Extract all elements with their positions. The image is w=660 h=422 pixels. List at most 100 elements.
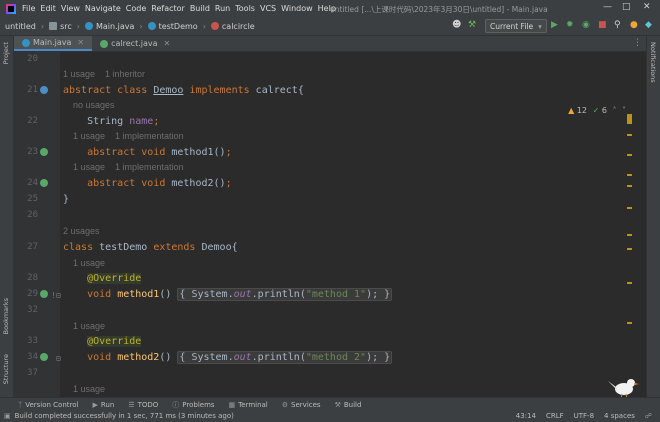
java-class-icon <box>22 38 30 47</box>
breadcrumb-project[interactable]: untitled › <box>5 22 44 31</box>
menu-build[interactable]: Build <box>190 4 210 13</box>
overrides-gutter-icon[interactable] <box>40 353 48 361</box>
tool-label: Version Control <box>25 400 79 409</box>
overrides-gutter-icon[interactable] <box>40 290 48 298</box>
maximize-icon[interactable]: □ <box>622 2 631 12</box>
implemented-gutter-icon[interactable] <box>40 148 48 156</box>
code-text: } <box>63 194 70 205</box>
tool-build[interactable]: ⚒ Build <box>335 401 362 409</box>
code-line: 25 } <box>14 192 646 207</box>
error-stripe-mark[interactable] <box>627 207 632 209</box>
tool-services[interactable]: ⚙ Services <box>282 401 321 409</box>
code-line: 37 <box>14 366 646 381</box>
code-text: abstract void method2(); <box>63 178 232 189</box>
indent-setting[interactable]: 4 spaces <box>604 412 635 420</box>
minimize-icon[interactable]: — <box>603 2 612 12</box>
intellij-logo-icon <box>6 3 16 14</box>
editor-tabs: Main.java ✕ calrect.java ✕ ⋮ <box>14 36 646 52</box>
right-tool-strip: Notifications <box>646 36 660 397</box>
tab-calrect-java[interactable]: calrect.java ✕ <box>92 36 178 51</box>
menu-file[interactable]: File <box>22 4 35 13</box>
menu-code[interactable]: Code <box>126 4 146 13</box>
search-icon[interactable]: ⚲ <box>614 20 621 30</box>
coverage-icon[interactable]: ◉ <box>582 20 590 30</box>
fold-icon[interactable]: ⊟ <box>56 351 61 366</box>
tool-terminal[interactable]: ▦ Terminal <box>229 401 268 409</box>
error-stripe-mark[interactable] <box>627 248 632 250</box>
interface-icon <box>100 39 109 48</box>
run-icon[interactable]: ▶ <box>551 20 558 30</box>
code-editor[interactable]: ▲ 12 ✓ 6 ˄ ˅ 20 1 usage 1 inheritor 21 a… <box>14 52 646 397</box>
usage-hint[interactable]: 1 usage 1 implementation <box>63 160 184 175</box>
close-icon[interactable]: ✕ <box>643 2 651 12</box>
run-configuration-select[interactable]: Current File ▾ <box>485 19 547 33</box>
stop-icon[interactable]: ■ <box>598 20 607 30</box>
code-line: 20 <box>14 52 646 67</box>
error-stripe-mark[interactable] <box>627 322 632 324</box>
breadcrumb-file[interactable]: Main.java › <box>84 22 143 31</box>
code-line: 29 ! ⊟ void method1() { System.out.print… <box>14 287 646 302</box>
updates-icon[interactable]: ● <box>630 20 638 30</box>
tool-todo[interactable]: ☰ TODO <box>128 401 158 409</box>
more-options-icon[interactable]: ⋮ <box>633 38 642 48</box>
tool-run[interactable]: ▶ Run <box>92 401 114 409</box>
menu-vcs[interactable]: VCS <box>260 4 276 13</box>
error-stripe-mark[interactable] <box>627 114 632 124</box>
caret-position[interactable]: 43:14 <box>516 412 536 420</box>
menu-run[interactable]: Run <box>215 4 230 13</box>
notifications-tool-button[interactable]: Notifications <box>649 42 657 83</box>
error-stripe-mark[interactable] <box>627 154 632 156</box>
close-tab-icon[interactable]: ✕ <box>164 39 171 48</box>
tool-version-control[interactable]: ᛉ Version Control <box>18 401 78 409</box>
tab-main-java[interactable]: Main.java ✕ <box>14 36 93 51</box>
error-stripe-mark[interactable] <box>627 234 632 236</box>
implemented-gutter-icon[interactable] <box>40 179 48 187</box>
error-stripe-mark[interactable] <box>627 134 632 136</box>
error-stripe-mark[interactable] <box>627 282 632 284</box>
error-stripe-mark[interactable] <box>627 174 632 176</box>
breadcrumb-method[interactable]: calcircle <box>210 21 255 31</box>
line-separator[interactable]: CRLF <box>546 412 564 420</box>
tool-problems[interactable]: ⓘ Problems <box>172 400 214 410</box>
breadcrumb-label: testDemo <box>158 21 198 31</box>
usage-hint[interactable]: 1 usage <box>63 256 105 271</box>
menu-refactor[interactable]: Refactor <box>151 4 185 13</box>
code-line: 26 <box>14 208 646 223</box>
usage-hint[interactable]: 1 usage <box>63 382 105 397</box>
code-text: abstract void method1(); <box>63 147 232 158</box>
status-square-icon[interactable]: ▣ <box>4 412 11 420</box>
fold-icon[interactable]: ⊟ <box>56 288 61 303</box>
project-tool-button[interactable]: Project <box>2 42 10 64</box>
menu-navigate[interactable]: Navigate <box>85 4 121 13</box>
structure-tool-button[interactable]: Structure <box>2 354 10 384</box>
debug-icon[interactable]: ✹ <box>566 20 574 30</box>
menu-view[interactable]: View <box>61 4 80 13</box>
breadcrumb-label: untitled <box>5 21 36 31</box>
usage-hint[interactable]: 2 usages <box>63 224 100 239</box>
code-text: class testDemo extends Demoo{ <box>63 242 238 253</box>
breadcrumb-class[interactable]: testDemo › <box>147 21 206 31</box>
menu-window[interactable]: Window <box>281 4 313 13</box>
usage-hint[interactable]: 1 usage 1 implementation <box>63 129 184 144</box>
file-encoding[interactable]: UTF-8 <box>574 412 594 420</box>
status-message[interactable]: Build completed successfully in 1 sec, 7… <box>15 412 234 420</box>
hammer-icon[interactable]: ⚒ <box>468 20 476 30</box>
breadcrumb-src[interactable]: src › <box>49 22 80 31</box>
usage-hint[interactable]: 1 usage <box>63 319 105 334</box>
implementation-gutter-icon[interactable] <box>40 86 48 94</box>
jetbrains-ai-icon[interactable]: ◆ <box>645 20 652 30</box>
menu-bar: File Edit View Navigate Code Refactor Bu… <box>0 0 660 17</box>
bookmarks-tool-button[interactable]: Bookmarks <box>2 298 10 334</box>
tool-label: TODO <box>137 400 159 409</box>
usage-hint[interactable]: 1 usage 1 inheritor <box>63 67 145 82</box>
breadcrumb-label: calcircle <box>221 21 255 31</box>
error-stripe-mark[interactable] <box>627 185 632 187</box>
close-tab-icon[interactable]: ✕ <box>77 38 84 47</box>
user-icon[interactable]: ☻ <box>452 20 461 30</box>
status-bar: ▣ Build completed successfully in 1 sec,… <box>0 410 660 422</box>
terminal-icon: ▦ <box>228 400 236 409</box>
menu-tools[interactable]: Tools <box>235 4 255 13</box>
tool-label: Build <box>343 400 362 409</box>
lock-icon[interactable]: ☍ <box>645 412 652 420</box>
menu-edit[interactable]: Edit <box>40 4 56 13</box>
